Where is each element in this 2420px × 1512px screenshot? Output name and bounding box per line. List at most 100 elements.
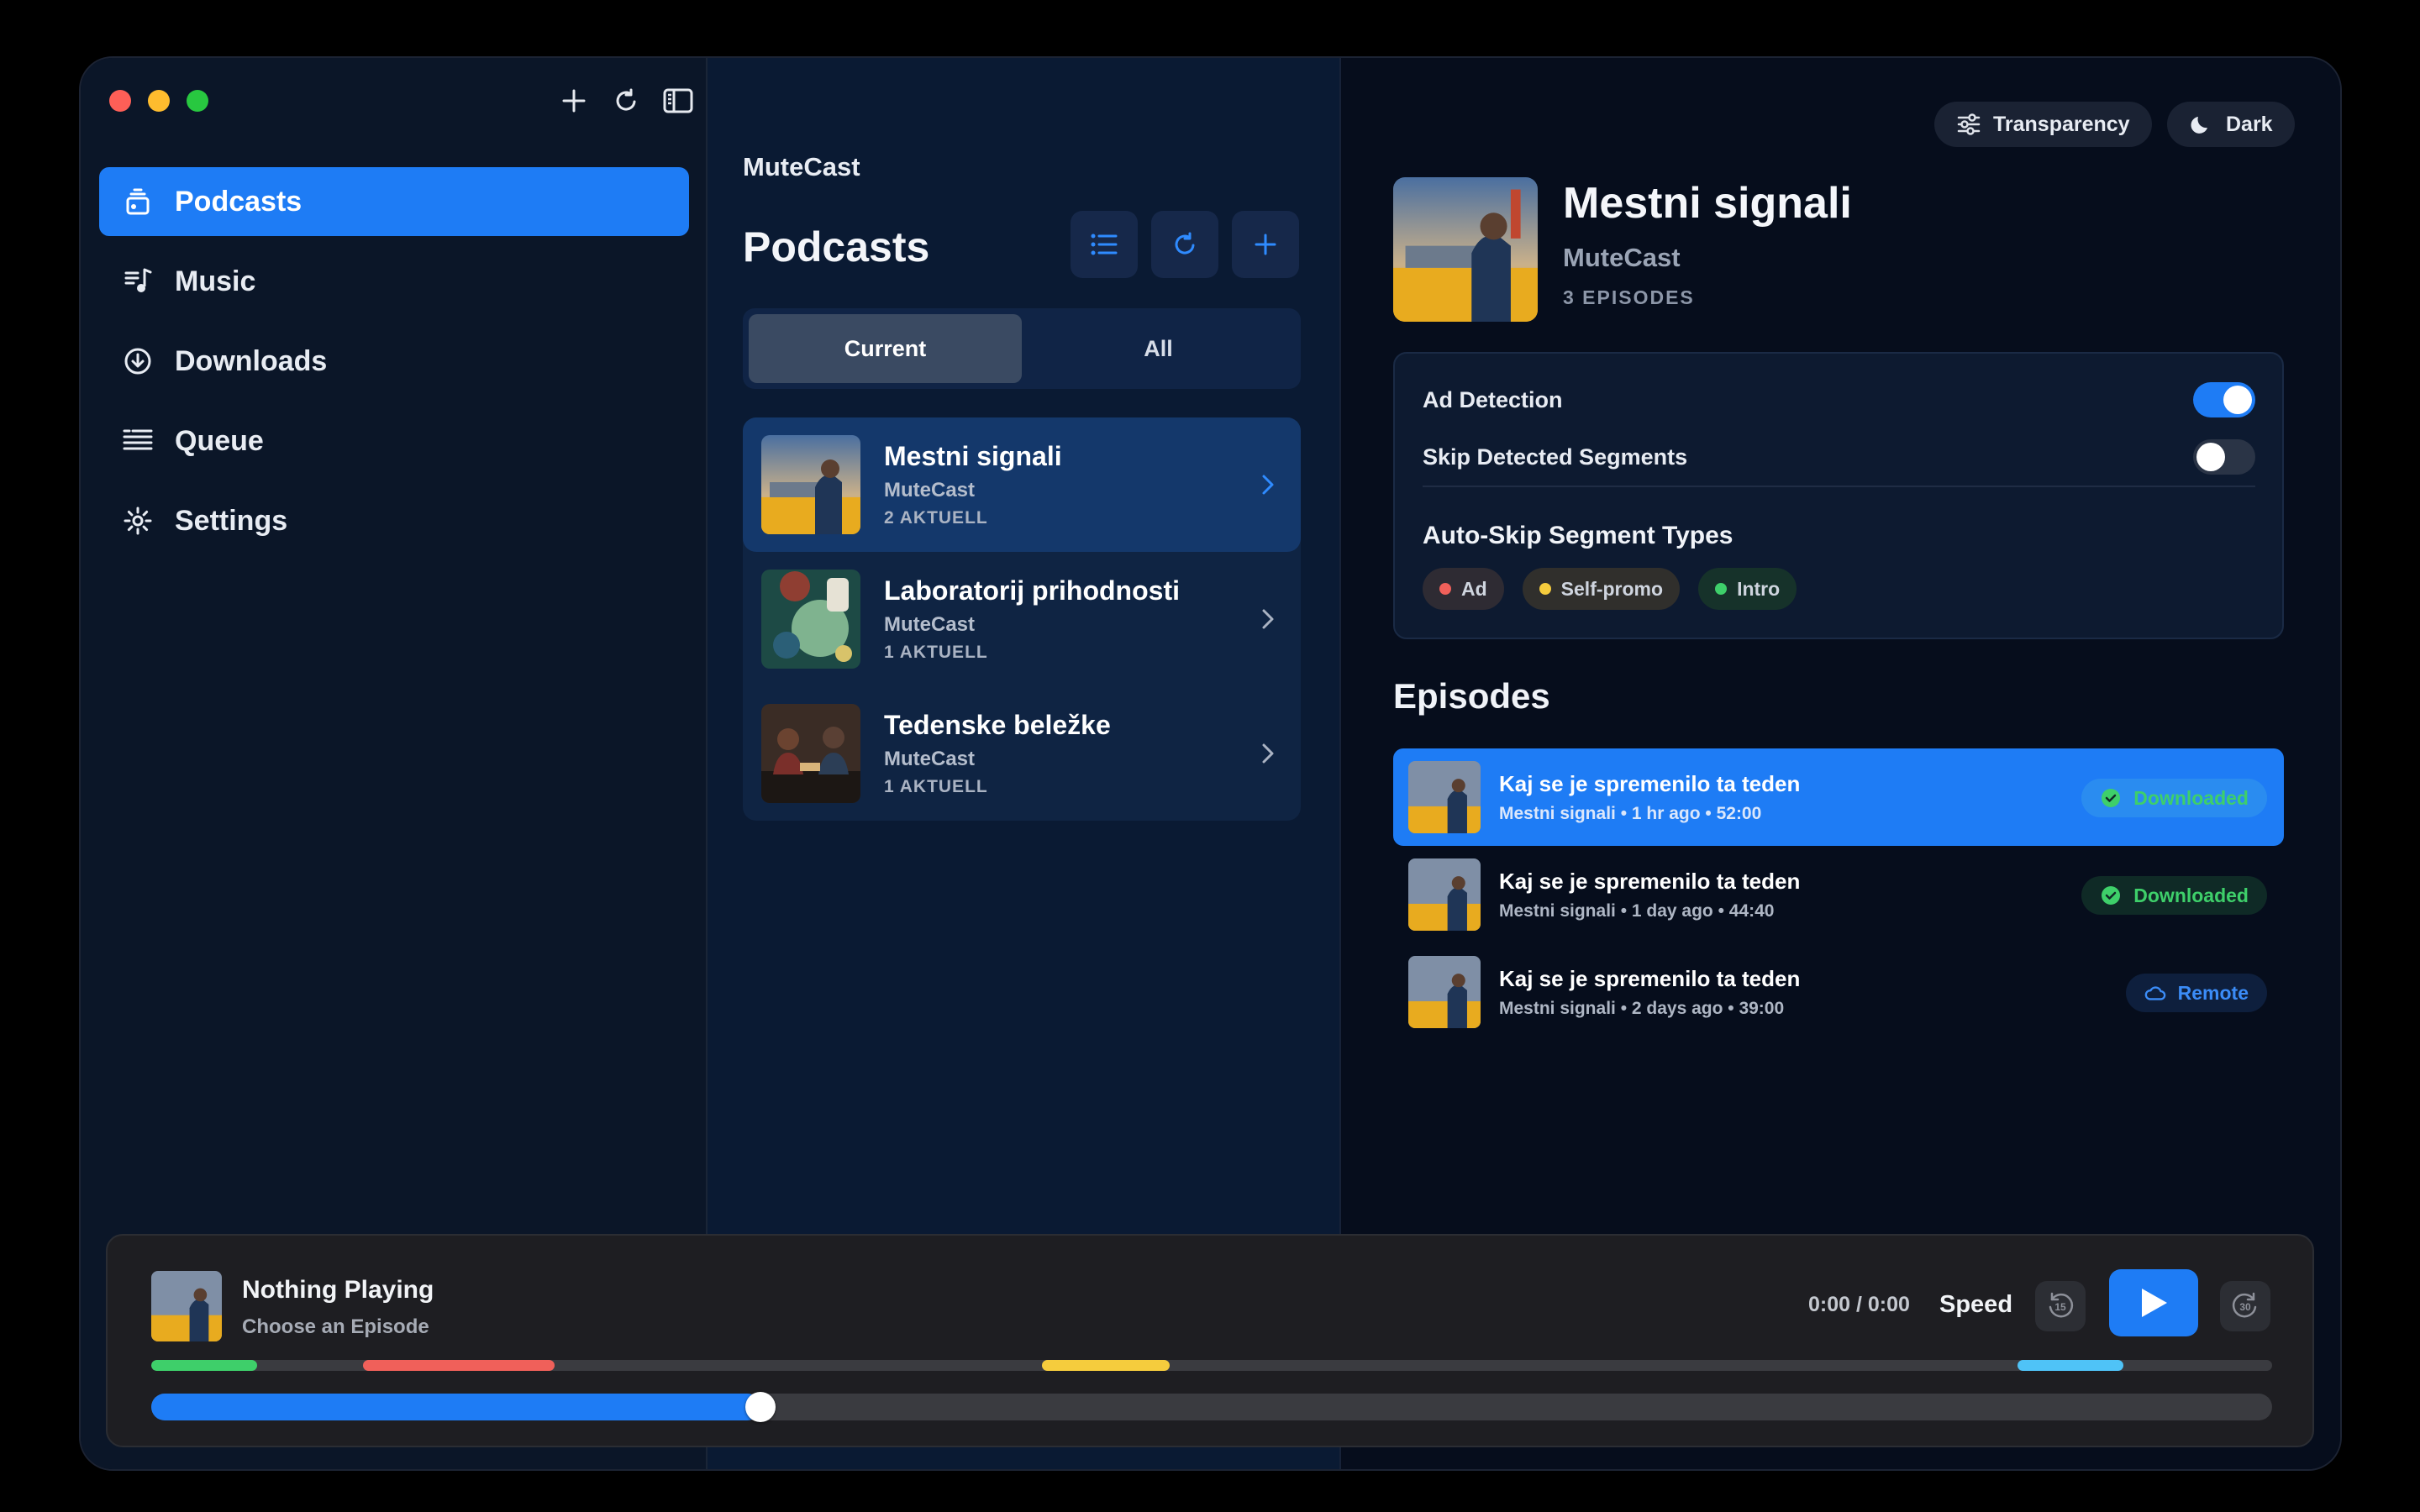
skip-segments-toggle[interactable]: [2193, 439, 2255, 475]
refresh-button[interactable]: [608, 83, 644, 118]
list-icon: [1091, 234, 1118, 255]
segment-mark: [363, 1360, 555, 1371]
close-window-button[interactable]: [109, 90, 131, 112]
cloud-icon: [2144, 982, 2166, 1004]
chip-self-promo[interactable]: Self-promo: [1522, 568, 1681, 610]
dark-mode-button[interactable]: Dark: [2167, 102, 2295, 147]
status-badge: Downloaded: [2081, 779, 2267, 817]
ad-detection-toggle[interactable]: [2193, 382, 2255, 417]
page-title: Podcasts: [743, 223, 930, 270]
auto-skip-title: Auto-Skip Segment Types: [1423, 522, 1733, 549]
chip-ad[interactable]: Ad: [1423, 568, 1504, 610]
sidebar-item-settings[interactable]: Settings: [99, 486, 689, 555]
episode-row[interactable]: Kaj se je spremenilo ta teden Mestni sig…: [1393, 748, 2284, 846]
moon-icon: [2189, 112, 2214, 137]
podcast-author: MuteCast: [884, 479, 976, 501]
podcast-row[interactable]: Mestni signali MuteCast 2 AKTUELL: [743, 417, 1301, 552]
progress-slider[interactable]: [151, 1392, 2272, 1422]
svg-text:15: 15: [2054, 1301, 2066, 1313]
progress-knob[interactable]: [744, 1392, 776, 1422]
segment-mark: [2018, 1360, 2124, 1371]
tab-current[interactable]: Current: [749, 314, 1022, 383]
episode-list: Kaj se je spremenilo ta teden Mestni sig…: [1393, 748, 2284, 1041]
podcast-artwork: [761, 435, 860, 534]
speed-button[interactable]: Speed: [1939, 1291, 2012, 1319]
podcast-list: Mestni signali MuteCast 2 AKTUELL Labora…: [743, 417, 1301, 821]
progress-fill: [151, 1394, 760, 1420]
episode-artwork: [1408, 956, 1481, 1028]
segment-mark: [151, 1360, 258, 1371]
refresh-icon: [616, 88, 636, 111]
chevron-right-icon: [1255, 470, 1281, 500]
podcast-title: Tedenske beležke: [884, 710, 1111, 740]
podcast-title: Laboratorij prihodnosti: [884, 575, 1180, 606]
sidebar-item-podcasts[interactable]: Podcasts: [99, 167, 689, 236]
podcast-title: Mestni signali: [884, 441, 1062, 471]
sidebar-item-label: Music: [175, 265, 256, 297]
status-badge: Remote: [2125, 974, 2267, 1012]
podcast-artwork: [761, 704, 860, 803]
refresh-icon: [1175, 232, 1195, 255]
podcast-count: 2 AKTUELL: [884, 508, 988, 528]
now-playing-title: Nothing Playing: [242, 1276, 434, 1304]
sidebar-item-label: Podcasts: [175, 185, 302, 218]
status-badge: Downloaded: [2081, 876, 2267, 915]
window-controls: [109, 90, 208, 112]
add-button[interactable]: [556, 83, 592, 118]
music-icon: [121, 265, 155, 298]
app-window: Podcasts Music Downloads Queue Settings …: [79, 56, 2342, 1471]
queue-icon: [121, 424, 155, 458]
checkmark-circle-icon: [2100, 885, 2122, 906]
podcast-count: 1 AKTUELL: [884, 643, 988, 662]
episode-title: Kaj se je spremenilo ta teden: [1499, 770, 1801, 796]
now-playing-bar: Nothing Playing Choose an Episode 0:00 /…: [106, 1234, 2314, 1447]
ad-settings-card: Ad Detection Skip Detected Segments Auto…: [1393, 352, 2284, 639]
tab-all[interactable]: All: [1022, 314, 1295, 383]
play-button[interactable]: [2109, 1269, 2198, 1336]
episode-meta: Mestni signali • 1 hr ago • 52:00: [1499, 803, 1762, 823]
episode-row[interactable]: Kaj se je spremenilo ta teden Mestni sig…: [1393, 943, 2284, 1041]
list-actions: [1071, 211, 1299, 278]
chevron-right-icon: [1255, 604, 1281, 634]
sliders-icon: [1956, 112, 1981, 137]
app-name: MuteCast: [743, 152, 860, 181]
filter-segmented-control: Current All: [743, 308, 1301, 389]
sidebar-item-queue[interactable]: Queue: [99, 407, 689, 475]
sidebar-nav: Podcasts Music Downloads Queue Settings: [99, 167, 689, 566]
podcast-row[interactable]: Laboratorij prihodnosti MuteCast 1 AKTUE…: [743, 552, 1301, 686]
dark-mode-label: Dark: [2226, 112, 2273, 136]
divider: [1423, 486, 2255, 487]
episode-meta: Mestni signali • 2 days ago • 39:00: [1499, 998, 1785, 1018]
podcast-artwork: [761, 570, 860, 669]
now-playing-artwork: [151, 1271, 222, 1341]
skip-forward-button[interactable]: 30: [2220, 1281, 2270, 1331]
transparency-button[interactable]: Transparency: [1934, 102, 2152, 147]
chevron-right-icon: [1255, 738, 1281, 769]
transparency-label: Transparency: [1993, 112, 2130, 136]
chip-intro[interactable]: Intro: [1698, 568, 1797, 610]
sidebar-item-label: Settings: [175, 504, 288, 537]
episode-title: Kaj se je spremenilo ta teden: [1499, 868, 1801, 894]
minimize-window-button[interactable]: [148, 90, 170, 112]
episode-row[interactable]: Kaj se je spremenilo ta teden Mestni sig…: [1393, 846, 2284, 943]
podcast-count: 1 AKTUELL: [884, 777, 988, 796]
episode-artwork: [1408, 858, 1481, 931]
play-icon: [2142, 1289, 2167, 1317]
list-view-button[interactable]: [1071, 211, 1138, 278]
playback-time: 0:00 / 0:00: [1808, 1293, 1910, 1316]
checkmark-circle-icon: [2100, 787, 2122, 809]
sidebar-item-downloads[interactable]: Downloads: [99, 327, 689, 396]
skip-segments-label: Skip Detected Segments: [1423, 444, 1688, 470]
skip-back-button[interactable]: 15: [2035, 1281, 2086, 1331]
episodes-heading: Episodes: [1393, 676, 1550, 716]
podcast-row[interactable]: Tedenske beležke MuteCast 1 AKTUELL: [743, 686, 1301, 821]
ad-detection-label: Ad Detection: [1423, 387, 1563, 412]
sidebar-item-music[interactable]: Music: [99, 247, 689, 316]
add-podcast-button[interactable]: [1232, 211, 1299, 278]
episode-artwork: [1408, 761, 1481, 833]
refresh-podcasts-button[interactable]: [1151, 211, 1218, 278]
toggle-sidebar-button[interactable]: [660, 83, 696, 118]
zoom-window-button[interactable]: [187, 90, 208, 112]
podcast-title: Mestni signali: [1563, 179, 1852, 228]
now-playing-subtitle: Choose an Episode: [242, 1315, 429, 1338]
